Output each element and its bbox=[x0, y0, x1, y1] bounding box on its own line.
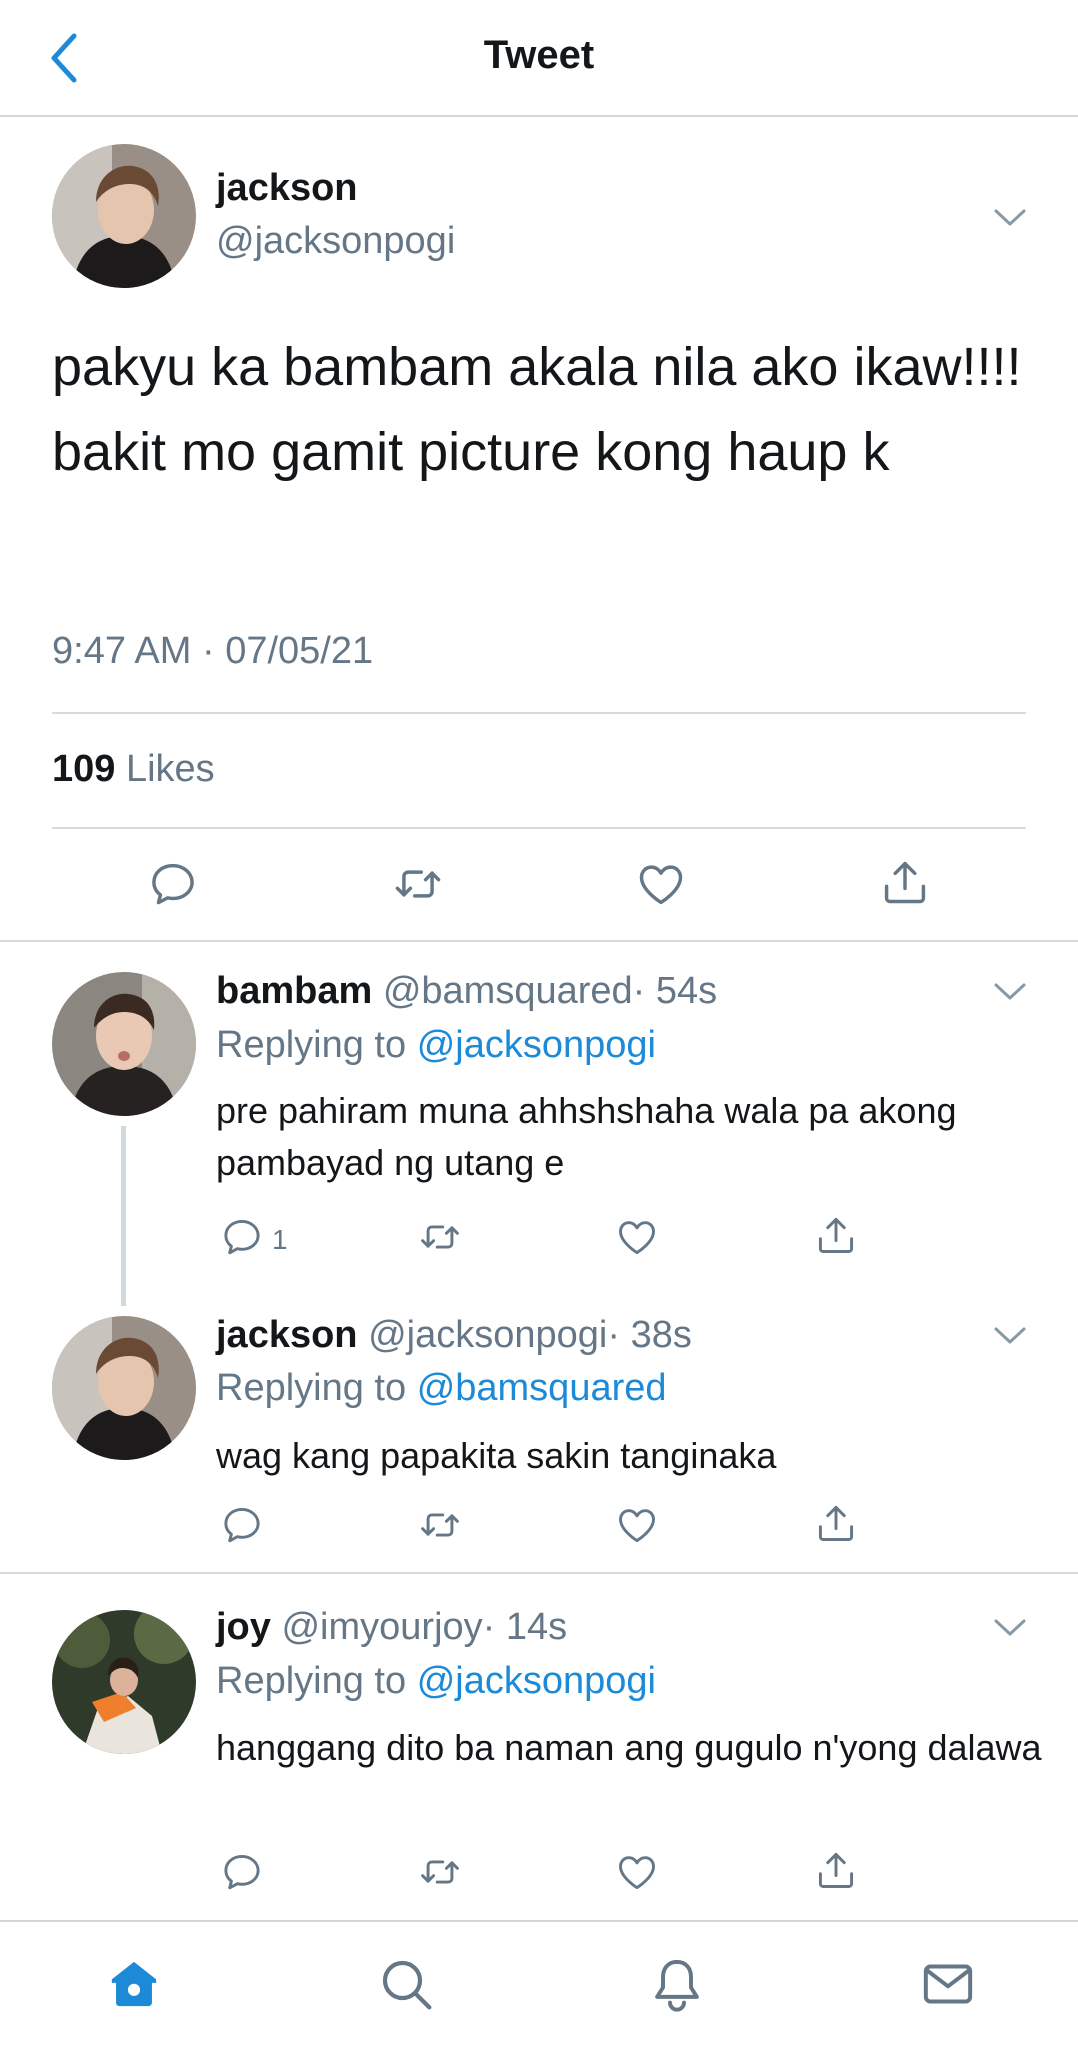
reply-author-name: joy bbox=[216, 1606, 271, 1648]
page-title: Tweet bbox=[483, 33, 595, 77]
reply-text: pre pahiram muna ahhshshaha wala pa akon… bbox=[216, 1090, 957, 1183]
author-handle[interactable]: @jacksonpogi bbox=[216, 220, 455, 263]
reply-header[interactable]: jackson @jacksonpogi· 38s bbox=[216, 1314, 692, 1357]
chevron-down-icon[interactable] bbox=[992, 206, 1028, 230]
reply-text: hanggang dito ba naman ang gugulo n'yong… bbox=[216, 1727, 1042, 1768]
replying-to: Replying to @bamsquared bbox=[216, 1367, 667, 1410]
reply-time: · 54s bbox=[632, 970, 718, 1012]
heart-icon[interactable] bbox=[615, 1850, 659, 1894]
reply-author-name: bambam bbox=[216, 970, 373, 1012]
share-icon[interactable] bbox=[814, 1213, 858, 1257]
chevron-down-icon[interactable] bbox=[992, 980, 1028, 1004]
reply-time: · 38s bbox=[607, 1314, 692, 1356]
replying-prefix: Replying to bbox=[216, 1024, 407, 1066]
author-name[interactable]: jackson bbox=[216, 167, 358, 210]
divider bbox=[0, 1572, 1078, 1574]
reply-header[interactable]: bambam @bamsquared· 54s bbox=[216, 970, 717, 1013]
divider bbox=[52, 827, 1026, 829]
reply-time: · 14s bbox=[482, 1606, 568, 1648]
likes-label: Likes bbox=[125, 748, 215, 790]
mention-link[interactable]: @bamsquared bbox=[417, 1367, 667, 1409]
heart-icon[interactable] bbox=[615, 1503, 659, 1547]
reply-author-handle: @imyourjoy bbox=[281, 1606, 483, 1648]
retweet-icon[interactable] bbox=[392, 858, 444, 910]
replying-to: Replying to @jacksonpogi bbox=[216, 1024, 656, 1067]
tweet-timestamp: 9:47 AM · 07/05/21 bbox=[52, 630, 374, 672]
home-icon[interactable] bbox=[106, 1956, 162, 2012]
mention-link[interactable]: @jacksonpogi bbox=[417, 1024, 656, 1066]
likes-count[interactable]: 109 Likes bbox=[52, 748, 215, 791]
bottom-tab-bar bbox=[0, 1920, 1078, 2050]
share-icon[interactable] bbox=[814, 1501, 858, 1545]
avatar[interactable] bbox=[52, 144, 196, 288]
mention-link[interactable]: @jacksonpogi bbox=[417, 1660, 656, 1702]
avatar[interactable] bbox=[52, 972, 196, 1116]
retweet-icon[interactable] bbox=[418, 1215, 462, 1259]
thread-line bbox=[121, 1126, 126, 1306]
chevron-down-icon[interactable] bbox=[992, 1616, 1028, 1640]
comment-icon[interactable] bbox=[220, 1503, 264, 1547]
reply-author-name: jackson bbox=[216, 1314, 358, 1356]
reply-text: wag kang papakita sakin tanginaka bbox=[216, 1435, 777, 1476]
share-icon[interactable] bbox=[879, 856, 931, 908]
replying-prefix: Replying to bbox=[216, 1660, 407, 1702]
comment-icon[interactable] bbox=[147, 858, 199, 910]
replying-to: Replying to @jacksonpogi bbox=[216, 1660, 656, 1703]
share-icon[interactable] bbox=[814, 1848, 858, 1892]
avatar[interactable] bbox=[52, 1316, 196, 1460]
mail-icon[interactable] bbox=[920, 1956, 976, 2012]
heart-icon[interactable] bbox=[615, 1215, 659, 1259]
reply-count: 1 bbox=[272, 1224, 288, 1255]
reply-author-handle: @bamsquared bbox=[382, 970, 633, 1012]
divider bbox=[0, 940, 1078, 942]
replying-prefix: Replying to bbox=[216, 1367, 407, 1409]
retweet-icon[interactable] bbox=[418, 1503, 462, 1547]
chevron-down-icon[interactable] bbox=[992, 1324, 1028, 1348]
reply-header[interactable]: joy @imyourjoy· 14s bbox=[216, 1606, 567, 1649]
retweet-icon[interactable] bbox=[418, 1850, 462, 1894]
reply-author-handle: @jacksonpogi bbox=[368, 1314, 608, 1356]
tweet-text: pakyu ka bambam akala nila ako ikaw!!!! … bbox=[52, 337, 1022, 482]
divider bbox=[52, 712, 1026, 714]
top-nav-bar: Tweet bbox=[0, 0, 1078, 117]
likes-number: 109 bbox=[52, 748, 116, 790]
heart-icon[interactable] bbox=[635, 858, 687, 910]
comment-icon[interactable] bbox=[220, 1850, 264, 1894]
comment-icon[interactable] bbox=[220, 1215, 264, 1259]
search-icon[interactable] bbox=[378, 1956, 434, 2012]
avatar[interactable] bbox=[52, 1610, 196, 1754]
bell-icon[interactable] bbox=[649, 1956, 705, 2012]
